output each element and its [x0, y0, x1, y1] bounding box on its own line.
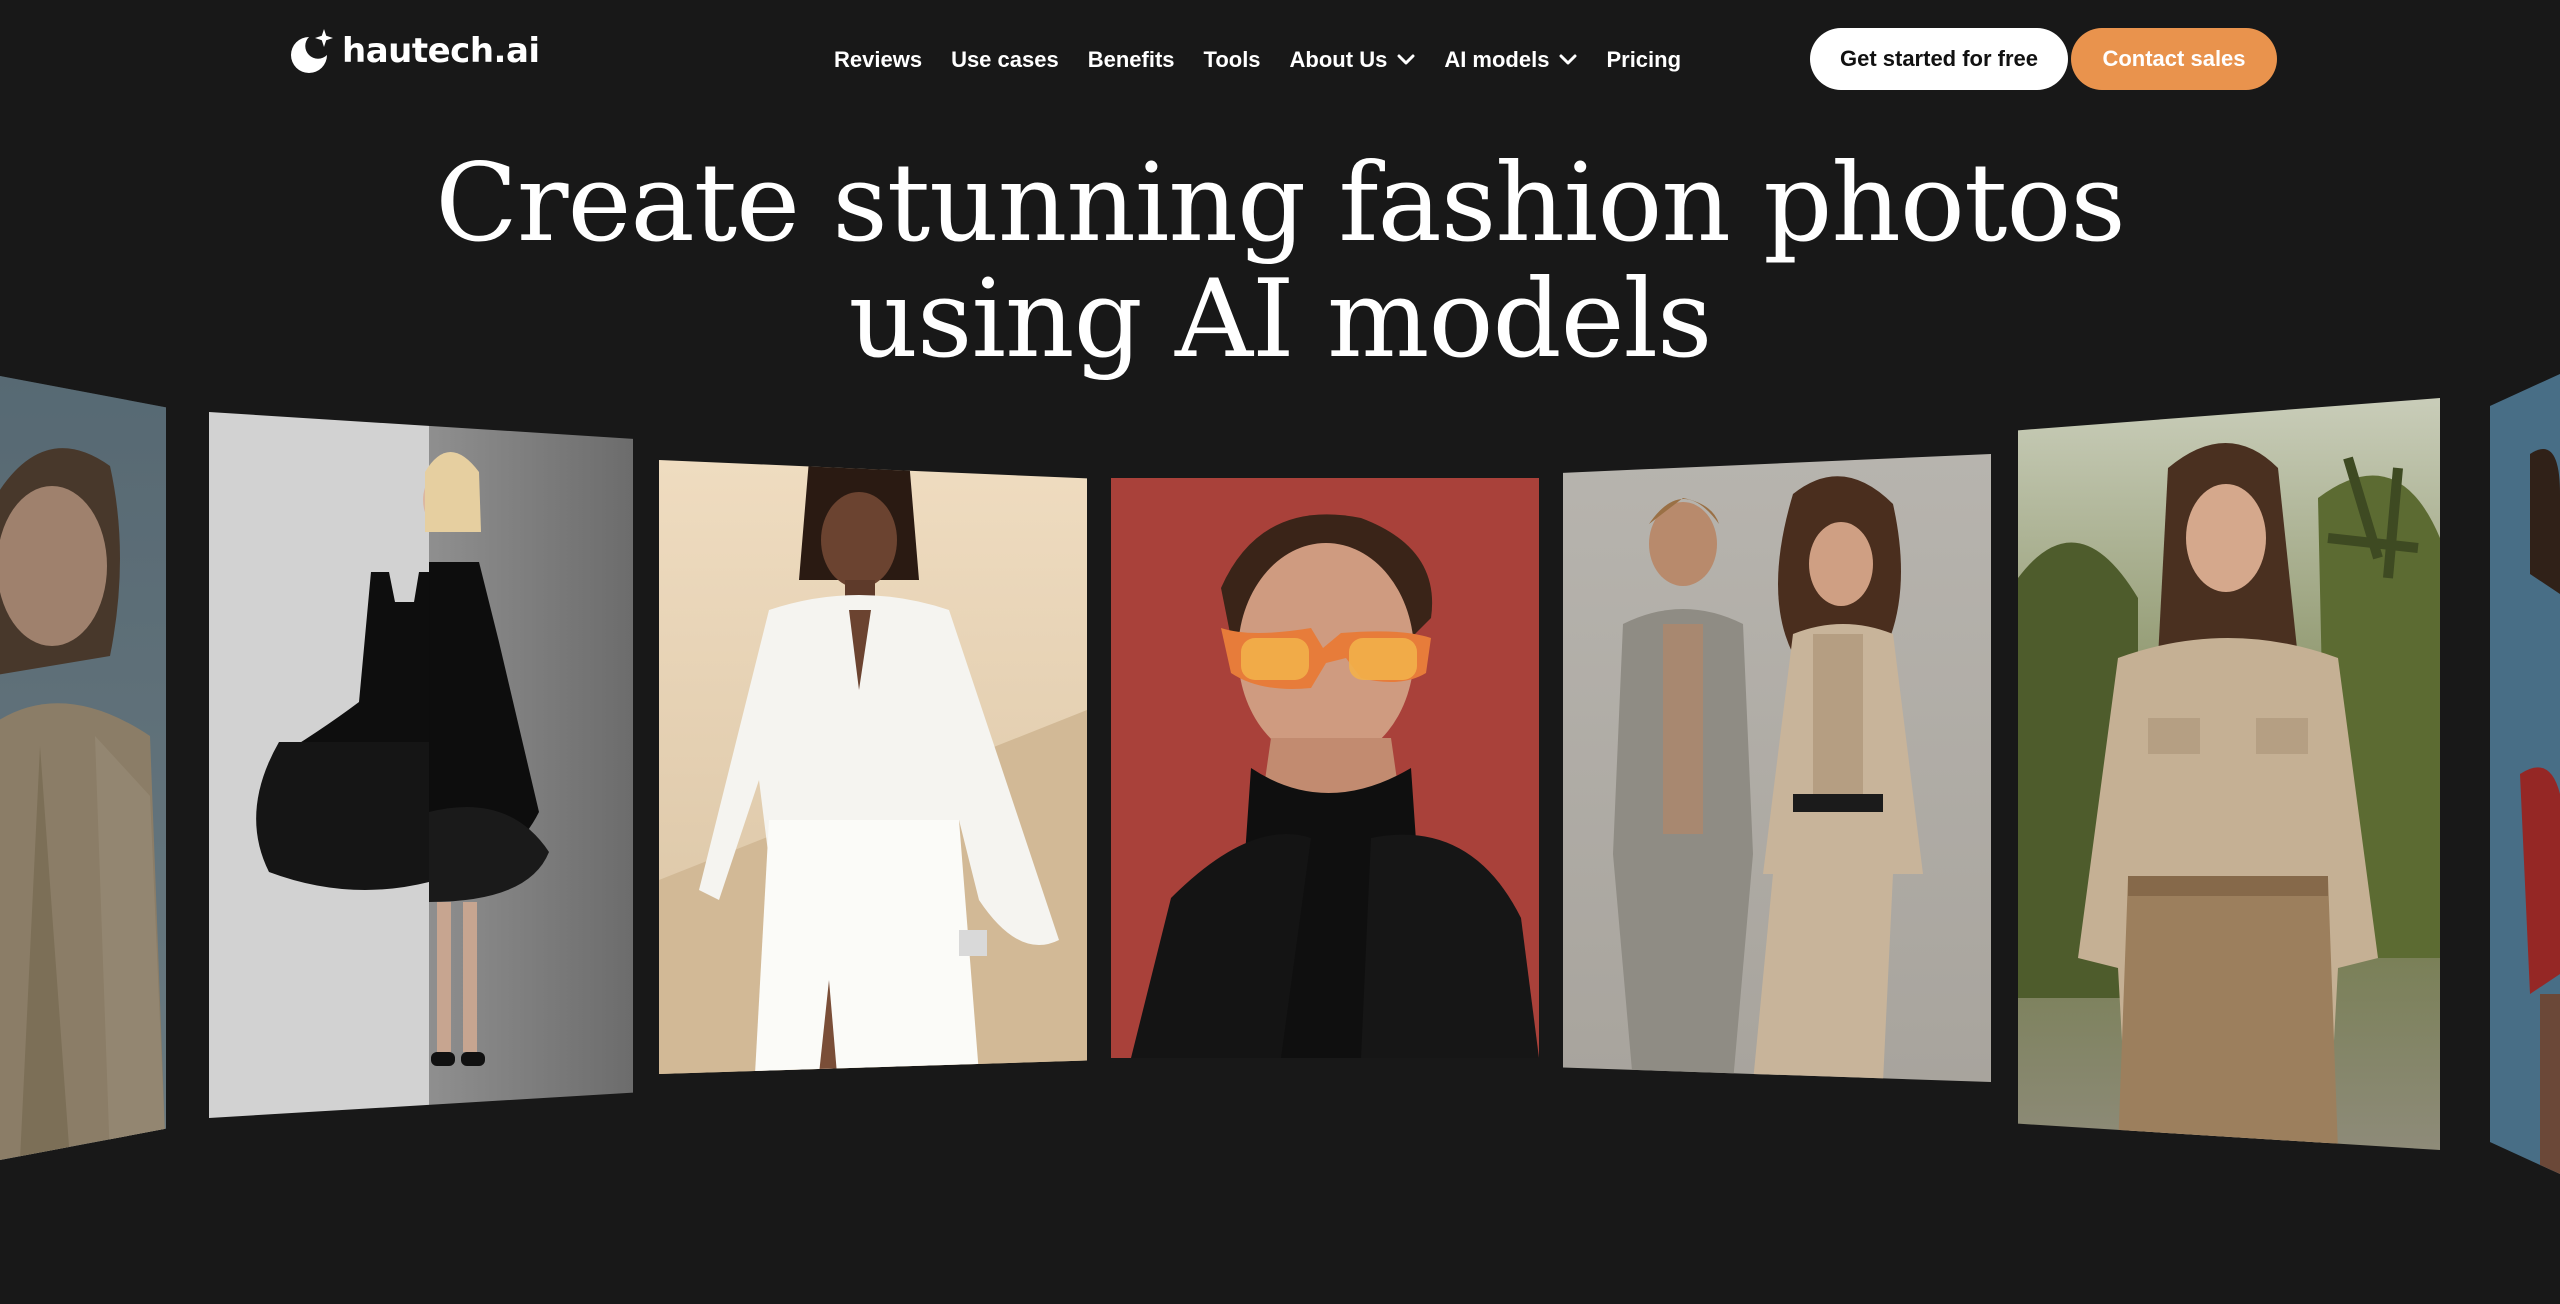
nav-item-use-cases[interactable]: Use cases [951, 47, 1059, 73]
nav-item-benefits[interactable]: Benefits [1088, 47, 1175, 73]
nav-item-reviews[interactable]: Reviews [834, 47, 922, 73]
nav-item-label: AI models [1444, 47, 1550, 72]
hero-title-line-1: Create stunning fashion photos [435, 141, 2126, 266]
man-glasses-image [1111, 478, 1539, 1058]
black-dress-image [209, 412, 633, 1118]
contact-sales-button[interactable]: Contact sales [2071, 28, 2277, 90]
carousel-image-2[interactable] [209, 412, 633, 1118]
red-outfit-image [2490, 374, 2560, 1174]
white-outfit-image [659, 460, 1087, 1074]
nav-item-label: Reviews [834, 47, 923, 72]
carousel-image-5[interactable] [1563, 454, 1991, 1082]
logo-mark-icon [291, 29, 333, 73]
nav-item-ai-models[interactable]: AI models [1444, 47, 1577, 73]
carousel-image-1[interactable] [0, 376, 166, 1160]
carousel-image-6[interactable] [2018, 398, 2440, 1150]
site-header: hautech.ai Reviews Use cases Benefits To… [0, 0, 2560, 118]
carousel-image-7[interactable] [2490, 374, 2560, 1174]
chevron-down-icon [1397, 54, 1415, 65]
logo-text: hautech.ai [342, 31, 540, 71]
carousel-image-3[interactable] [659, 460, 1087, 1074]
nav-item-label: Use cases [951, 47, 1059, 72]
nav-item-label: Tools [1203, 47, 1261, 72]
woman-blazer-image [0, 376, 166, 1160]
chevron-down-icon [1559, 54, 1577, 65]
main-nav: Reviews Use cases Benefits Tools About U… [834, 38, 1681, 82]
logo[interactable]: hautech.ai [286, 28, 540, 74]
get-started-button[interactable]: Get started for free [1810, 28, 2068, 90]
carousel-image-4[interactable] [1111, 478, 1539, 1058]
nav-item-label: Pricing [1606, 47, 1682, 72]
fashion-photo-carousel [0, 360, 2560, 1180]
couple-suits-image [1563, 454, 1991, 1082]
page: hautech.ai Reviews Use cases Benefits To… [0, 0, 2560, 1304]
nav-item-label: About Us [1289, 47, 1388, 72]
beige-shirt-garden-image [2018, 398, 2440, 1150]
nav-item-tools[interactable]: Tools [1204, 47, 1261, 73]
nav-item-about-us[interactable]: About Us [1290, 47, 1416, 73]
hero-title: Create stunning fashion photos using AI … [280, 146, 2280, 378]
nav-item-pricing[interactable]: Pricing [1606, 47, 1681, 73]
nav-item-label: Benefits [1087, 47, 1175, 72]
